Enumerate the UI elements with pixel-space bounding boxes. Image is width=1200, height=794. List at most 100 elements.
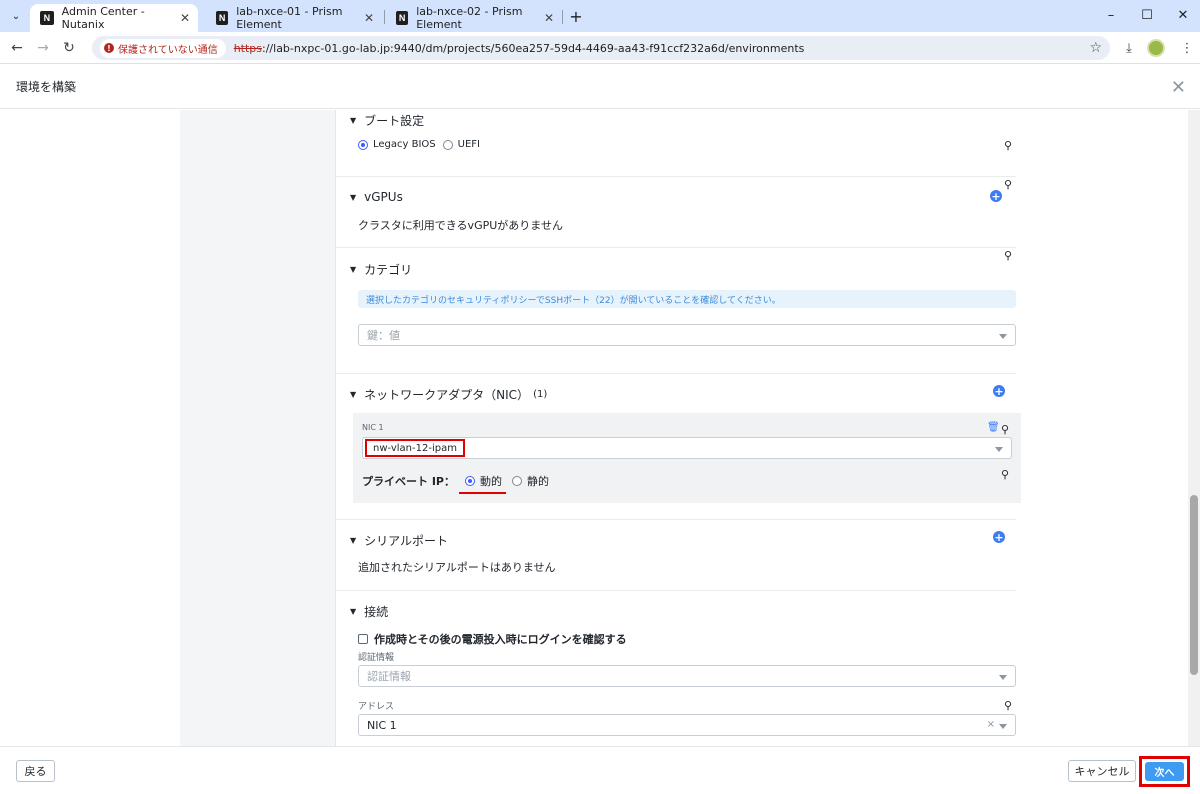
tab-separator [562, 10, 563, 24]
login-check-label: 作成時とその後の電源投入時にログインを確認する [374, 633, 627, 646]
section-boot-settings[interactable]: ▼ ブート設定 [350, 112, 424, 129]
tab-close-icon[interactable]: ✕ [364, 11, 374, 25]
section-vgpus[interactable]: ▼ vGPUs [350, 190, 403, 204]
dialog-title: 環境を構築 [16, 80, 77, 94]
pin-icon[interactable]: ⚲ [1004, 178, 1012, 191]
close-icon[interactable]: ✕ [1171, 77, 1186, 98]
chevron-down-icon: ▼ [350, 390, 357, 399]
browser-toolbar: ← → ↻ ! 保護されていない通信 https ://lab-nxpc-01.… [0, 32, 1200, 64]
back-arrow-icon[interactable]: ← [6, 37, 28, 59]
chevron-down-icon: ▼ [350, 192, 357, 202]
browser-tabstrip: ⌄ N Admin Center - Nutanix ✕ N lab-nxce-… [0, 0, 1200, 32]
login-check-row: 作成時とその後の電源投入時にログインを確認する [358, 631, 627, 647]
tab-admin-center[interactable]: N Admin Center - Nutanix ✕ [30, 4, 198, 32]
tab-close-icon[interactable]: ✕ [180, 11, 190, 25]
trash-icon[interactable]: 🗑 [987, 422, 1000, 433]
address-bar[interactable]: ! 保護されていない通信 https ://lab-nxpc-01.go-lab… [92, 36, 1110, 60]
chevron-down-icon: ▼ [350, 536, 357, 545]
section-serial-ports[interactable]: ▼ シリアルポート [350, 532, 448, 549]
browser-menu-icon[interactable]: ⋮ [1176, 37, 1198, 59]
chevron-down-icon: ▼ [350, 265, 357, 274]
maximize-icon[interactable]: ☐ [1132, 4, 1162, 26]
nic-card: NIC 1 🗑 ⚲ nw-vlan-12-ipam プライベート IP： 動的 … [353, 413, 1021, 503]
chevron-down-icon: ▼ [350, 116, 357, 125]
tab-close-icon[interactable]: ✕ [544, 11, 554, 25]
nic-label: NIC 1 [362, 423, 384, 432]
boot-options: Legacy BIOS UEFI [358, 139, 480, 150]
tab-separator [384, 10, 385, 24]
download-icon[interactable]: ⤓ [1118, 37, 1140, 59]
next-button-highlight: 次へ [1139, 756, 1190, 787]
window-close-icon[interactable]: ✕ [1168, 4, 1198, 26]
section-nic[interactable]: ▼ ネットワークアダプタ（NIC） (1) [350, 386, 547, 403]
category-placeholder: 鍵：値 [367, 329, 400, 342]
pin-icon[interactable]: ⚲ [1001, 468, 1009, 481]
tab-lab-nxce-01[interactable]: N lab-nxce-01 - Prism Element ✕ [206, 4, 382, 32]
add-vgpu-icon[interactable]: + [990, 190, 1002, 202]
add-nic-icon[interactable]: + [993, 385, 1005, 397]
category-info-banner: 選択したカテゴリのセキュリティポリシーでSSHポート（22）が開いていることを確… [358, 290, 1016, 308]
serial-empty-text: 追加されたシリアルポートはありません [358, 561, 556, 574]
pin-icon[interactable]: ⚲ [1004, 699, 1012, 712]
credential-placeholder: 認証情報 [367, 670, 411, 683]
divider [336, 176, 1016, 177]
right-pane [1030, 110, 1188, 746]
new-tab-button[interactable]: + [566, 6, 586, 26]
cancel-button[interactable]: キャンセル [1068, 760, 1136, 782]
url-text: ://lab-nxpc-01.go-lab.jp:9440/dm/project… [262, 41, 805, 55]
tab-lab-nxce-02[interactable]: N lab-nxce-02 - Prism Element ✕ [386, 4, 562, 32]
dropdown-caret-icon [999, 724, 1007, 729]
divider [336, 519, 1016, 520]
pin-icon[interactable]: ⚲ [1004, 139, 1012, 152]
scrollbar-thumb[interactable] [1190, 495, 1198, 675]
vm-config-panel: ▼ ブート設定 Legacy BIOS UEFI ⚲ ⚲ ▼ vGPUs + ク… [335, 110, 1030, 746]
nic-network-value: nw-vlan-12-ipam [365, 439, 465, 457]
section-connection[interactable]: ▼ 接続 [350, 603, 388, 620]
tab-title: lab-nxce-01 - Prism Element [236, 5, 343, 31]
security-label: 保護されていない通信 [118, 44, 218, 56]
nutanix-favicon-icon: N [40, 11, 54, 25]
category-select[interactable]: 鍵：値 [358, 324, 1016, 346]
private-ip-label: プライベート IP： [362, 475, 455, 488]
private-ip-row: プライベート IP： 動的 静的 [362, 473, 549, 494]
ip-dynamic-radio[interactable] [464, 476, 475, 486]
dropdown-caret-icon [995, 447, 1003, 452]
login-check-checkbox[interactable] [358, 634, 368, 644]
warning-icon: ! [104, 43, 114, 53]
ip-static-radio[interactable] [511, 476, 522, 486]
credential-label: 認証情報 [358, 653, 395, 663]
profile-avatar[interactable] [1147, 39, 1165, 57]
divider [336, 590, 1016, 591]
clear-icon[interactable]: × [987, 719, 995, 730]
dialog-footer: 戻る キャンセル 次へ [0, 746, 1200, 794]
address-select[interactable]: NIC 1 × [358, 714, 1016, 736]
pin-icon[interactable]: ⚲ [1004, 249, 1012, 262]
chevron-down-icon: ▼ [350, 607, 357, 616]
section-category[interactable]: ▼ カテゴリ [350, 261, 412, 278]
divider [336, 373, 1016, 374]
next-button[interactable]: 次へ [1145, 762, 1184, 781]
back-button[interactable]: 戻る [16, 760, 55, 782]
nic-network-select[interactable]: nw-vlan-12-ipam [362, 437, 1012, 459]
dropdown-caret-icon [999, 675, 1007, 680]
dialog-header: 環境を構築 ✕ [0, 65, 1200, 109]
address-value: NIC 1 [367, 718, 397, 732]
pin-icon[interactable]: ⚲ [1001, 423, 1009, 436]
address-label: アドレス [358, 702, 395, 712]
credential-select[interactable]: 認証情報 [358, 665, 1016, 687]
forward-arrow-icon[interactable]: → [32, 37, 54, 59]
boot-legacy-radio[interactable] [358, 139, 368, 150]
ip-dynamic-option[interactable]: 動的 [458, 473, 506, 494]
add-serial-port-icon[interactable]: + [993, 531, 1005, 543]
bookmark-star-icon[interactable]: ☆ [1089, 40, 1102, 56]
minimize-icon[interactable]: – [1096, 4, 1126, 26]
tab-title: Admin Center - Nutanix [61, 5, 145, 31]
boot-uefi-radio[interactable] [442, 139, 453, 150]
dropdown-caret-icon [999, 334, 1007, 339]
security-chip[interactable]: ! 保護されていない通信 [100, 38, 226, 58]
tab-search-button[interactable]: ⌄ [6, 6, 26, 26]
nutanix-favicon-icon: N [216, 11, 229, 25]
reload-icon[interactable]: ↻ [58, 37, 80, 59]
divider [336, 247, 1016, 248]
url-scheme: https [233, 41, 263, 55]
